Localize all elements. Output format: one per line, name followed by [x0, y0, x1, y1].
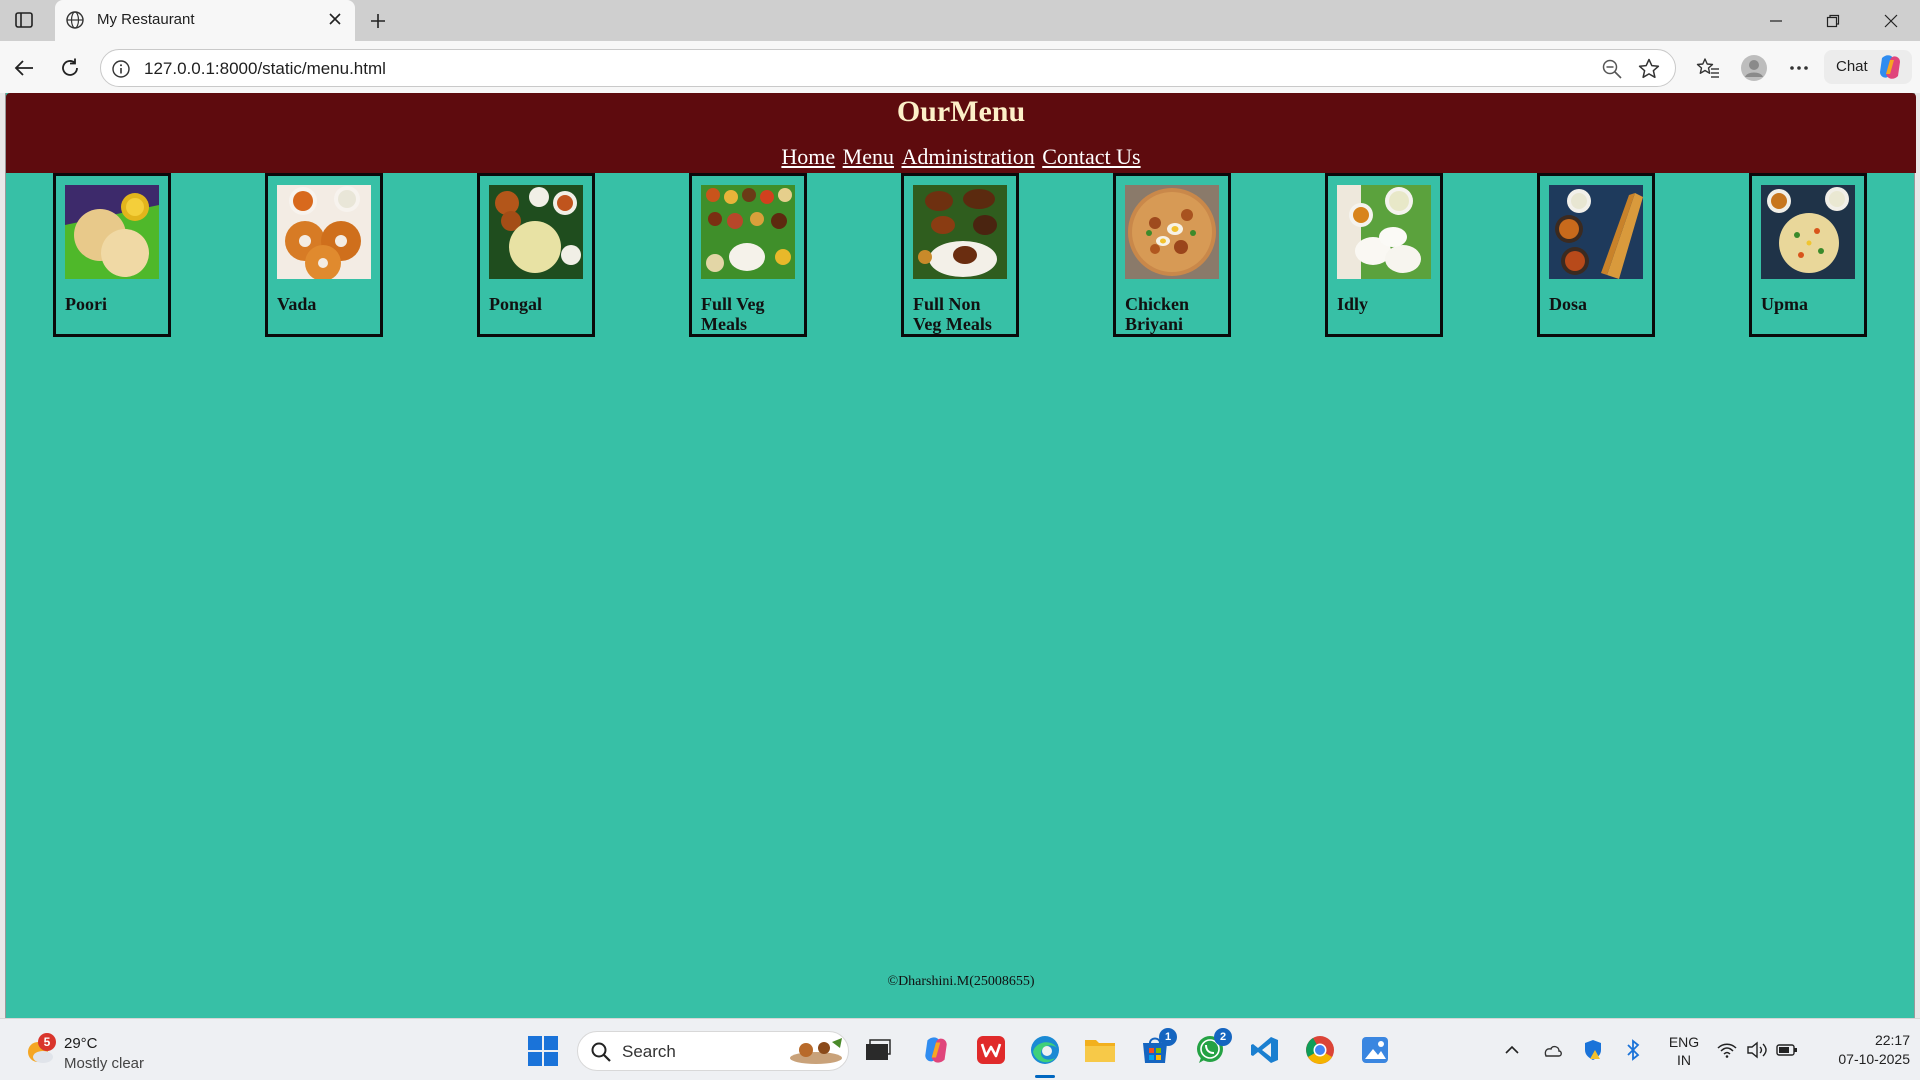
chat-label: Chat: [1836, 58, 1868, 75]
weather-temperature: 29°C: [64, 1035, 98, 1052]
system-clock[interactable]: 22:17 07-10-2025: [1810, 1031, 1910, 1069]
main-nav: Home Menu Administration Contact Us: [6, 144, 1916, 170]
wifi-icon[interactable]: [1716, 1039, 1738, 1061]
weather-condition: Mostly clear: [64, 1055, 145, 1072]
volume-icon[interactable]: [1746, 1039, 1768, 1061]
browser-toolbar: 127.0.0.1:8000/static/menu.html Chat: [0, 41, 1920, 93]
weather-alert-badge: 5: [38, 1033, 56, 1051]
photos-app-icon[interactable]: [1357, 1032, 1393, 1068]
url-text: 127.0.0.1:8000/static/menu.html: [144, 59, 386, 78]
menu-item-name: Chicken Briyani: [1125, 294, 1190, 334]
file-explorer-icon[interactable]: [1082, 1032, 1118, 1068]
tab-title: My Restaurant: [97, 11, 195, 28]
favorite-star-icon[interactable]: [1637, 57, 1661, 81]
menu-item-name: Pongal: [489, 294, 543, 314]
clock-date: 07-10-2025: [1838, 1051, 1910, 1067]
language-code: ENG: [1668, 1034, 1700, 1050]
upma-image: [1761, 185, 1855, 279]
windows-start-icon[interactable]: [527, 1035, 559, 1067]
menu-card-full-non-veg-meals[interactable]: Full Non Veg Meals: [901, 173, 1019, 337]
back-icon[interactable]: [9, 53, 39, 83]
security-shield-icon[interactable]: [1582, 1039, 1604, 1061]
menu-card-full-veg-meals[interactable]: Full Veg Meals: [689, 173, 807, 337]
microsoft-store-icon[interactable]: 1: [1137, 1028, 1177, 1068]
menu-item-name: Upma: [1761, 294, 1809, 314]
copilot-taskbar-icon[interactable]: [918, 1032, 954, 1068]
bluetooth-icon[interactable]: [1622, 1039, 1644, 1061]
nav-administration-link[interactable]: Administration: [901, 144, 1034, 169]
chicken-briyani-image: [1125, 185, 1219, 279]
copilot-chat-button[interactable]: Chat: [1824, 50, 1912, 84]
search-icon: [590, 1041, 612, 1063]
full-veg-meals-image: [701, 185, 795, 279]
menu-card-pongal[interactable]: Pongal: [477, 173, 595, 337]
nav-menu-link[interactable]: Menu: [843, 144, 894, 169]
full-non-veg-meals-image: [913, 185, 1007, 279]
menu-card-vada[interactable]: Vada: [265, 173, 383, 337]
favorites-icon[interactable]: [1694, 54, 1722, 82]
pongal-image: [489, 185, 583, 279]
whatsapp-notification-badge: 2: [1214, 1028, 1232, 1046]
search-label: Search: [622, 1042, 676, 1061]
address-bar[interactable]: 127.0.0.1:8000/static/menu.html: [100, 49, 1676, 87]
menu-card-poori[interactable]: Poori: [53, 173, 171, 337]
edge-browser-icon[interactable]: [1027, 1032, 1063, 1068]
reload-icon[interactable]: [55, 53, 85, 83]
menu-item-name: Poori: [65, 294, 107, 314]
browser-tab-strip: My Restaurant: [0, 0, 1920, 41]
new-tab-icon[interactable]: [365, 8, 391, 34]
menu-item-name: Full Veg Meals: [701, 294, 765, 334]
battery-icon[interactable]: [1776, 1039, 1798, 1061]
whatsapp-icon[interactable]: 2: [1192, 1028, 1232, 1068]
onedrive-sync-icon[interactable]: [1541, 1039, 1563, 1061]
menu-item-name: Idly: [1337, 294, 1369, 314]
idly-image: [1337, 185, 1431, 279]
site-info-icon[interactable]: [111, 59, 131, 79]
vscode-icon[interactable]: [1247, 1032, 1283, 1068]
restore-icon[interactable]: [1813, 8, 1853, 34]
wps-office-icon[interactable]: [973, 1032, 1009, 1068]
profile-avatar-icon[interactable]: [1740, 54, 1768, 82]
active-app-indicator: [1035, 1075, 1055, 1078]
menu-item-name: Full Non Veg Meals: [913, 294, 992, 334]
close-window-icon[interactable]: [1871, 8, 1911, 34]
menu-card-chicken-briyani[interactable]: Chicken Briyani: [1113, 173, 1231, 337]
page-footer: ©Dharshini.M(25008655): [887, 974, 1035, 989]
search-highlight-icon: [786, 1036, 846, 1068]
page-header: OurMenu Home Menu Administration Contact…: [6, 93, 1916, 173]
close-tab-icon[interactable]: [325, 9, 345, 29]
menu-card-dosa[interactable]: Dosa: [1537, 173, 1655, 337]
task-view-icon[interactable]: [860, 1032, 896, 1068]
copilot-icon: [1876, 54, 1904, 80]
browser-tab[interactable]: My Restaurant: [55, 0, 355, 41]
page-viewport: OurMenu Home Menu Administration Contact…: [5, 93, 1916, 1018]
vada-image: [277, 185, 371, 279]
weather-widget[interactable]: 5 29°C Mostly clear: [20, 1027, 160, 1073]
menu-item-name: Dosa: [1549, 294, 1588, 314]
windows-taskbar: 5 29°C Mostly clear Search 1 2 ENG IN 22…: [0, 1018, 1920, 1080]
region-code: IN: [1677, 1052, 1691, 1068]
menu-card-upma[interactable]: Upma: [1749, 173, 1867, 337]
input-language[interactable]: ENG IN: [1666, 1033, 1702, 1069]
menu-card-idly[interactable]: Idly: [1325, 173, 1443, 337]
store-notification-badge: 1: [1159, 1028, 1177, 1046]
zoom-out-icon[interactable]: [1601, 58, 1623, 80]
show-hidden-icons-chevron-icon[interactable]: [1501, 1039, 1523, 1061]
page-title: OurMenu: [896, 95, 1026, 128]
nav-contact-link[interactable]: Contact Us: [1042, 144, 1140, 169]
more-options-icon[interactable]: [1785, 54, 1813, 82]
chrome-icon[interactable]: [1302, 1032, 1338, 1068]
tab-actions-icon[interactable]: [10, 8, 38, 32]
nav-home-link[interactable]: Home: [781, 144, 835, 169]
minimize-icon[interactable]: [1756, 8, 1796, 34]
taskbar-search[interactable]: Search: [577, 1031, 849, 1071]
menu-item-name: Vada: [277, 294, 317, 314]
menu-grid: Poori Vada Pongal Full Veg Meals Full No…: [6, 173, 1916, 337]
poori-image: [65, 185, 159, 279]
globe-icon: [65, 10, 85, 30]
dosa-image: [1549, 185, 1643, 279]
clock-time: 22:17: [1874, 1032, 1910, 1048]
